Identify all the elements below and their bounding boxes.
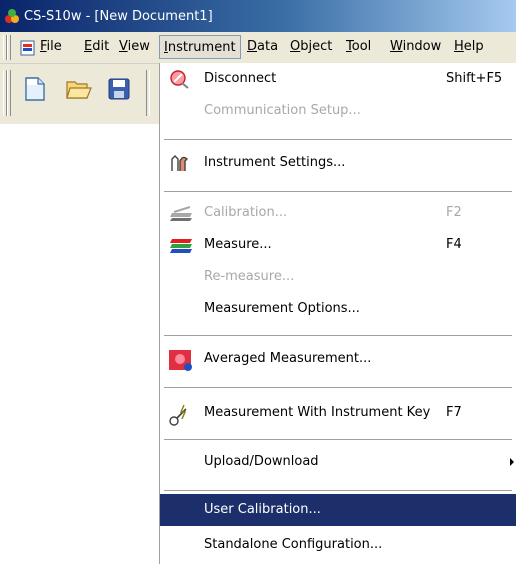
open-button[interactable] xyxy=(64,76,94,106)
menu-item-instrument-settings[interactable]: Instrument Settings... xyxy=(160,147,516,179)
menu-tool-label: ool xyxy=(351,39,372,54)
instrument-key-icon xyxy=(168,403,190,426)
menu-item-label: Calibration... xyxy=(204,205,288,220)
toolbar xyxy=(0,64,160,124)
menu-item-communication-setup[interactable]: Communication Setup... xyxy=(160,95,516,127)
disconnect-icon xyxy=(168,69,190,89)
menu-item-measure[interactable]: Measure... F4 xyxy=(160,229,516,261)
instrument-menu: Disconnect Shift+F5 Communication Setup.… xyxy=(159,63,516,564)
menu-separator xyxy=(164,139,512,141)
calibration-icon xyxy=(168,203,192,223)
measure-icon xyxy=(168,235,192,255)
menu-item-user-calibration[interactable]: User Calibration... xyxy=(160,494,516,526)
menu-item-label: User Calibration... xyxy=(204,502,321,517)
menu-item-standalone-configuration[interactable]: Standalone Configuration... xyxy=(160,529,516,561)
menu-item-label: Communication Setup... xyxy=(204,103,361,118)
menu-file[interactable]: File xyxy=(40,39,62,54)
menu-item-measurement-with-instrument-key[interactable]: Measurement With Instrument Key F7 xyxy=(160,397,516,429)
menu-item-label: Measurement Options... xyxy=(204,301,360,316)
menu-bar: File Edit View Instrument Data Object To… xyxy=(0,32,516,64)
menu-view-label: iew xyxy=(127,39,150,54)
averaged-measurement-icon xyxy=(168,349,192,371)
toolbar-grip[interactable] xyxy=(7,70,11,116)
menu-item-averaged-measurement[interactable]: Averaged Measurement... xyxy=(160,343,516,375)
shortcut-label: F4 xyxy=(446,237,462,252)
submenu-arrow-icon xyxy=(510,458,514,466)
save-disk-icon xyxy=(108,78,130,104)
instrument-settings-icon xyxy=(168,153,190,173)
menu-edit[interactable]: Edit xyxy=(84,39,109,54)
menu-item-measurement-options[interactable]: Measurement Options... xyxy=(160,293,516,325)
menu-item-disconnect[interactable]: Disconnect Shift+F5 xyxy=(160,63,516,95)
menu-help[interactable]: Help xyxy=(454,39,484,54)
menu-instrument[interactable]: Instrument xyxy=(159,35,241,59)
shortcut-label: F7 xyxy=(446,405,462,420)
menu-item-label: Measurement With Instrument Key xyxy=(204,405,431,420)
menu-separator xyxy=(164,387,512,389)
menu-view[interactable]: View xyxy=(119,39,150,54)
open-folder-icon xyxy=(66,78,92,104)
menu-file-label: ile xyxy=(46,39,62,54)
menu-instrument-label: nstrument xyxy=(167,40,236,55)
menu-separator xyxy=(164,439,512,441)
menu-item-label: Upload/Download xyxy=(204,454,319,469)
menu-item-label: Disconnect xyxy=(204,71,277,86)
menu-help-label: elp xyxy=(463,39,484,54)
menu-item-label: Re-measure... xyxy=(204,269,295,284)
menu-object-label: bject xyxy=(300,39,333,54)
menu-item-calibration[interactable]: Calibration... F2 xyxy=(160,197,516,229)
shortcut-label: Shift+F5 xyxy=(446,71,503,86)
menu-data[interactable]: Data xyxy=(247,39,278,54)
menu-separator xyxy=(164,490,512,492)
document-icon[interactable] xyxy=(20,40,36,56)
save-button[interactable] xyxy=(104,76,134,106)
menu-data-label: ata xyxy=(257,39,279,54)
menu-item-label: Instrument Settings... xyxy=(204,155,346,170)
menu-window[interactable]: Window xyxy=(390,39,441,54)
new-document-icon xyxy=(24,77,46,105)
menubar-grip[interactable] xyxy=(7,35,11,60)
shortcut-label: F2 xyxy=(446,205,462,220)
menu-item-re-measure[interactable]: Re-measure... xyxy=(160,261,516,293)
window-title: CS-S10w - [New Document1] xyxy=(24,8,213,24)
menu-edit-label: dit xyxy=(92,39,110,54)
menu-window-label: indow xyxy=(402,39,442,54)
menu-item-upload-download[interactable]: Upload/Download xyxy=(160,446,516,478)
menu-item-label: Standalone Configuration... xyxy=(204,537,383,552)
app-icon xyxy=(4,8,20,24)
menu-object[interactable]: Object xyxy=(290,39,332,54)
menu-separator xyxy=(164,335,512,337)
menu-tool[interactable]: Tool xyxy=(346,39,371,54)
menu-separator xyxy=(164,191,512,193)
toolbar-separator xyxy=(146,70,150,116)
menu-item-label: Averaged Measurement... xyxy=(204,351,372,366)
menu-item-label: Measure... xyxy=(204,237,272,252)
title-bar: CS-S10w - [New Document1] xyxy=(0,0,516,32)
new-document-button[interactable] xyxy=(20,76,50,106)
